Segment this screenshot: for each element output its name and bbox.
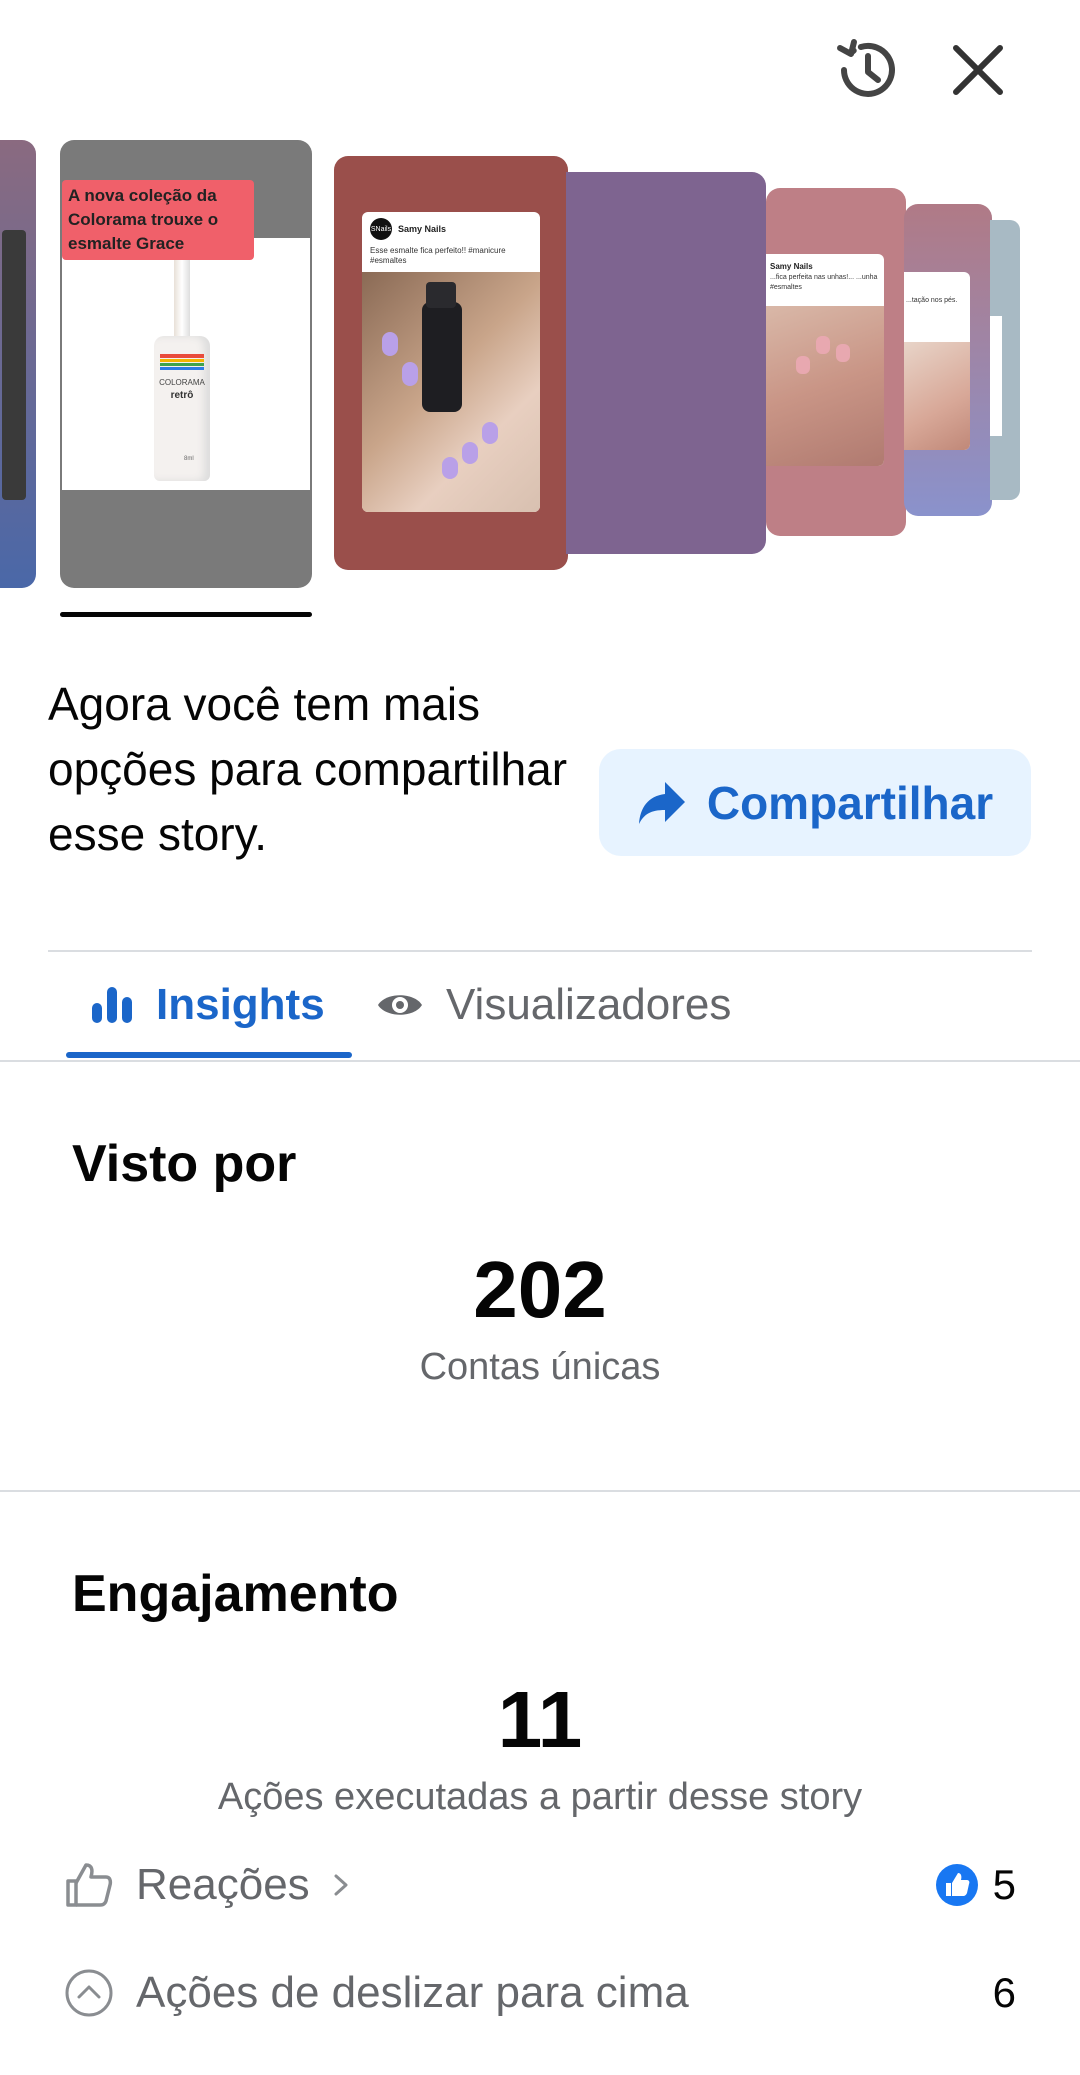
nail-photo: [362, 272, 540, 512]
post-caption: ...fica perfeita nas unhas!... ...unha #…: [770, 274, 878, 291]
tabs-divider: [0, 1060, 1080, 1062]
story-banner-text: A nova coleção da Colorama trouxe o esma…: [62, 180, 254, 260]
share-prompt-text: Agora você tem mais opções para comparti…: [48, 678, 568, 860]
post-account-name: Samy Nails: [770, 262, 813, 271]
reactions-label: Reações: [136, 1860, 310, 1909]
reach-caption: Contas únicas: [419, 1346, 661, 1388]
feet-photo: [904, 342, 970, 450]
post-card: Samy Nails ...fica perfeita nas unhas!..…: [766, 254, 884, 466]
story-content-card: COLORAMA retrô 8ml: [62, 238, 310, 490]
engagement-caption: Ações executadas a partir desse story: [217, 1776, 863, 1818]
active-tab-indicator: [66, 1052, 352, 1058]
reactions-count: 5: [935, 1861, 1016, 1909]
history-button[interactable]: [828, 30, 908, 110]
like-badge-icon: [935, 1864, 978, 1906]
history-icon: [837, 39, 895, 97]
post-card: ...tação nos pés.: [904, 272, 970, 450]
post-account-name: Samy Nails: [398, 224, 447, 234]
story-thumbnail-3[interactable]: [566, 172, 766, 554]
nail-photo: [766, 306, 884, 466]
story-thumbnail-previous[interactable]: [0, 140, 36, 588]
story-thumbnail-4[interactable]: Samy Nails ...fica perfeita nas unhas!..…: [766, 188, 906, 536]
swipe-up-row: Ações de deslizar para cima 6: [64, 1958, 1024, 2028]
section-divider: [0, 1490, 1080, 1492]
story-thumbnail-6[interactable]: [990, 220, 1020, 500]
share-button[interactable]: Compartilhar: [599, 749, 1031, 856]
avatar: SNails: [370, 218, 392, 240]
thumbs-up-outline-icon: [66, 1863, 113, 1907]
close-icon: [953, 45, 1003, 95]
story-thumbnail-2[interactable]: SNails Samy Nails Esse esmalte fica perf…: [334, 156, 568, 570]
post-caption: ...tação nos pés.: [906, 297, 958, 304]
swipe-up-value: 6: [992, 1969, 1016, 2016]
tab-viewers-label: Visualizadores: [446, 980, 732, 1029]
eye-icon: [378, 995, 422, 1015]
reactions-row[interactable]: Reações 5: [64, 1850, 1024, 1920]
swipe-up-label: Ações de deslizar para cima: [136, 1968, 689, 2017]
swipe-up-icon: [65, 1969, 113, 2017]
story-thumbnail-selected[interactable]: COLORAMA retrô 8ml A nova coleção da Col…: [60, 140, 312, 588]
share-arrow-icon: [638, 781, 685, 824]
product-bottle-image: COLORAMA retrô 8ml: [154, 256, 210, 481]
tab-viewers[interactable]: Visualizadores: [376, 965, 731, 1045]
engagement-title: Engajamento: [72, 1565, 399, 1623]
bottle-line-label: retrô: [170, 390, 194, 401]
share-button-label: Compartilhar: [706, 776, 994, 829]
story-thumbnail-5[interactable]: ...tação nos pés.: [904, 204, 992, 516]
reach-title: Visto por: [72, 1135, 297, 1193]
chevron-right-icon: [334, 1874, 348, 1896]
section-divider: [48, 950, 1032, 952]
reach-value: 202: [473, 1245, 607, 1334]
story-selected-indicator: [60, 612, 312, 617]
close-button[interactable]: [938, 30, 1018, 110]
engagement-value: 11: [497, 1675, 583, 1764]
bar-chart-icon: [92, 987, 132, 1023]
tab-insights-label: Insights: [156, 980, 325, 1029]
swipe-up-count: 6: [993, 1969, 1016, 2017]
bottle-volume-label: 8ml: [184, 456, 194, 462]
reactions-value: 5: [992, 1861, 1016, 1908]
post-caption: Esse esmalte fica perfeito!! #manicure #…: [370, 246, 506, 265]
tab-insights[interactable]: Insights: [90, 965, 325, 1045]
post-card: SNails Samy Nails Esse esmalte fica perf…: [362, 212, 540, 512]
bottle-brand-label: COLORAMA: [159, 378, 205, 387]
